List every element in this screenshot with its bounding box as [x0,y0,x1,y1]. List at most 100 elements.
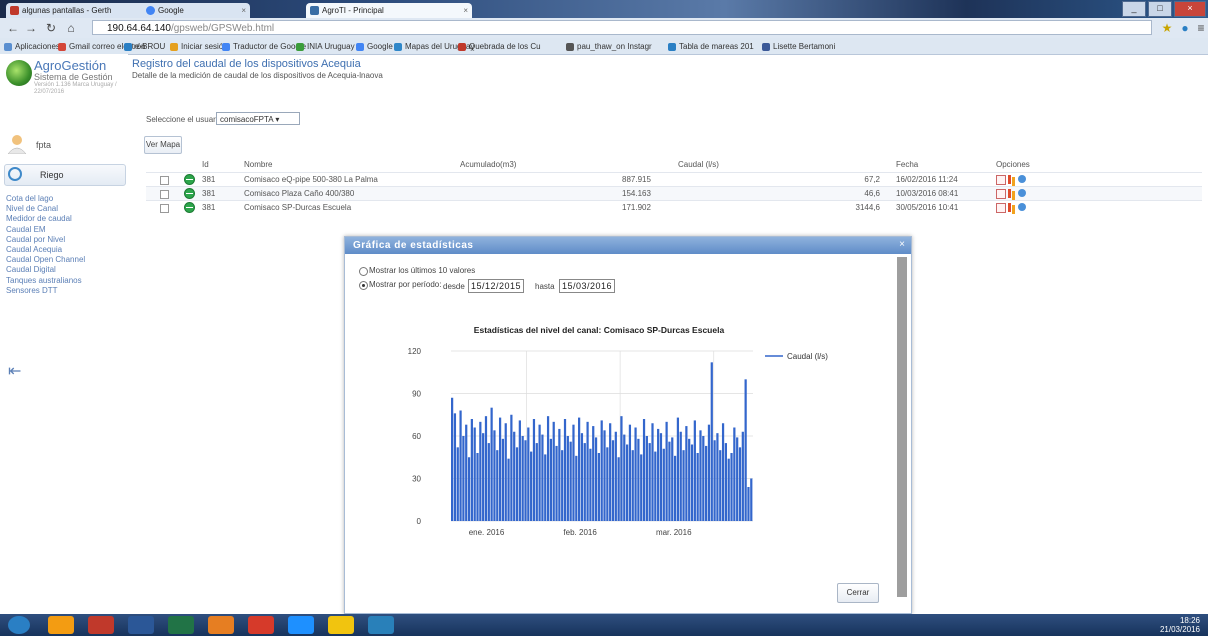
reload-icon[interactable]: ↻ [44,21,58,35]
table-row[interactable]: 381 Comisaco eQ-pipe 500-380 La Palma 887.… [146,172,1202,187]
agrogestion-logo [6,60,32,86]
edit-icon[interactable] [996,175,1006,185]
bar [535,443,538,521]
row-checkbox[interactable] [160,176,169,185]
minimize-button[interactable]: _ [1122,1,1146,17]
col-header-nombre[interactable]: Nombre [244,160,272,169]
cell-fecha: 10/03/2016 08:41 [896,189,959,198]
radio-period[interactable] [359,281,368,290]
cerrar-button[interactable]: Cerrar [837,583,879,603]
bar [705,445,708,521]
sidebar-menu-item[interactable]: Caudal por Nivel [6,235,65,244]
edit-icon[interactable] [996,203,1006,213]
logout-icon[interactable]: ⇤ [8,364,24,380]
status-online-icon [184,188,195,199]
taskbar-app-icon[interactable] [8,616,30,634]
sidebar-menu-item[interactable]: Caudal EM [6,225,46,234]
desde-date-input[interactable]: 15/12/2015 [468,279,525,293]
ver-mapa-button[interactable]: Ver Mapa [144,136,182,154]
browser-tab-bar: algunas pantallas - Gerth × Google × Agr… [0,0,1208,18]
bookmark-item[interactable]: Iniciar sesión [170,41,228,52]
col-header-fecha[interactable]: Fecha [896,160,918,169]
info-icon[interactable] [1018,175,1026,183]
bookmark-item[interactable]: Tabla de mareas 201 [668,41,754,52]
close-tab-icon[interactable]: × [463,3,468,18]
taskbar-app-icon[interactable] [288,616,314,634]
hasta-date-input[interactable]: 15/03/2016 [559,279,616,293]
chart-icon[interactable] [1008,203,1011,212]
taskbar-app-icon[interactable] [248,616,274,634]
back-icon[interactable]: ← [6,21,20,35]
table-row[interactable]: 381 Comisaco Plaza Caño 400/380 154.163 46,… [146,186,1202,201]
bar [628,424,632,521]
taskbar-app-icon[interactable] [168,616,194,634]
taskbar-app-icon[interactable] [128,616,154,634]
sidebar-menu-item[interactable]: Tanques australianos [6,276,82,285]
col-header-acumulado[interactable]: Acumulado(m3) [460,160,516,169]
user-select[interactable]: comisacoFPTA ▾ [216,112,300,125]
bar [713,440,716,521]
bookmark-item[interactable]: pau_thaw_on Instagr [566,41,652,52]
close-tab-icon[interactable]: × [241,3,246,18]
chart-icon[interactable] [1008,189,1011,198]
table-row[interactable]: 381 Comisaco SP-Durcas Escuela 171.902 3144… [146,200,1202,215]
bar [721,423,725,521]
taskbar-app-icon[interactable] [48,616,74,634]
cell-nombre: Comisaco Plaza Caño 400/380 [244,189,355,198]
chart-icon[interactable] [1008,175,1011,184]
caudal-chart: Estadísticas del nivel del canal: Comisa… [408,325,829,537]
sidebar-menu-item[interactable]: Caudal Open Channel [6,255,85,264]
sidebar-menu-item[interactable]: Medidor de caudal [6,214,72,223]
bar [507,458,510,521]
bar [640,454,643,521]
edit-icon[interactable] [996,189,1006,199]
info-icon[interactable] [1018,203,1026,211]
bar [462,436,465,521]
close-window-button[interactable]: × [1174,1,1206,17]
row-checkbox[interactable] [160,204,169,213]
browser-tab-1[interactable]: algunas pantallas - Gerth × [6,3,154,18]
bookmark-item[interactable]: Traductor de Google [222,41,306,52]
sidebar-menu-item[interactable]: Sensores DTT [6,286,58,295]
info-icon[interactable] [1018,189,1026,197]
sidebar-menu-item[interactable]: Caudal Digital [6,265,56,274]
bookmark-item[interactable]: Quebrada de los Cu [458,41,541,52]
menu-icon[interactable]: ≡ [1194,21,1208,35]
bar [662,448,665,521]
taskbar-app-icon[interactable] [328,616,354,634]
bookmark-icon [124,43,132,51]
forward-icon[interactable]: → [24,21,38,35]
bookmark-item[interactable]: Google [356,41,393,52]
home-icon[interactable]: ⌂ [64,21,78,35]
bookmark-item[interactable]: e-BROU [124,41,165,52]
address-bar[interactable]: 190.64.64.140/gpsweb/GPSWeb.html [92,20,1152,35]
tray-clock[interactable]: 18:26 21/03/2016 [1160,616,1200,634]
sidebar-menu-item[interactable]: Cota del lago [6,194,53,203]
dialog-header[interactable]: Gráfica de estadísticas × [345,237,911,254]
taskbar-app-icon[interactable] [208,616,234,634]
browser-tab-2[interactable]: Google × [142,3,250,18]
bar [487,443,490,521]
riego-tab[interactable] [4,164,126,186]
taskbar-app-icon[interactable] [88,616,114,634]
star-icon[interactable]: ★ [1160,21,1174,35]
bookmark-item[interactable]: Lisette Bertamoni [762,41,835,52]
bar [515,447,519,521]
taskbar-app-icon[interactable] [368,616,394,634]
y-tick-label: 0 [417,517,422,526]
browser-tab-3[interactable]: AgroTI - Principal × [306,3,472,18]
bar [538,424,541,521]
col-header-caudal[interactable]: Caudal (l/s) [678,160,719,169]
radio-last-values[interactable] [359,267,368,276]
app-subtitle: Sistema de Gestión [34,72,113,82]
bookmark-item[interactable]: INIA Uruguay [296,41,355,52]
dialog-scrollbar[interactable] [897,257,907,597]
bookmark-label: Google [367,42,393,51]
extension-icon[interactable]: ● [1178,21,1192,35]
sidebar-menu-item[interactable]: Nivel de Canal [6,204,58,213]
row-checkbox[interactable] [160,190,169,199]
dialog-close-icon[interactable]: × [899,239,905,250]
sidebar-menu-item[interactable]: Caudal Acequia [6,245,62,254]
bookmark-item[interactable]: Aplicaciones [4,41,60,52]
maximize-button[interactable]: □ [1148,1,1172,17]
